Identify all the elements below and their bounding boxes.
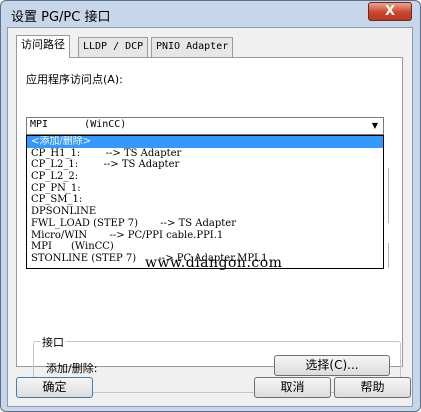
ok-button[interactable]: 确定 xyxy=(16,377,93,398)
list-item[interactable]: CP_H1_1: --> TS Adapter xyxy=(27,148,383,160)
chevron-down-icon[interactable]: ▼ xyxy=(368,119,382,133)
window-title: 设置 PG/PC 接口 xyxy=(11,10,111,25)
tab-lldp-dcp[interactable]: LLDP / DCP xyxy=(78,37,149,57)
cancel-button[interactable]: 取消 xyxy=(254,377,331,398)
dialog-window: 设置 PG/PC 接口 X 访问路径 LLDP / DCP PNIO Adapt… xyxy=(0,0,421,412)
list-item[interactable]: CP_SM_1: xyxy=(27,194,383,206)
list-edge-divider xyxy=(384,243,389,268)
tab-access-path[interactable]: 访问路径 xyxy=(16,35,70,58)
tab-pnio-adapter[interactable]: PNIO Adapter xyxy=(151,37,234,57)
access-point-select[interactable]: MPI (WinCC) ▼ xyxy=(26,117,384,135)
list-item[interactable]: CP_PN_1: xyxy=(27,183,383,195)
watermark-text: www.diangon.com xyxy=(145,255,283,271)
list-item[interactable]: <添加/删除> xyxy=(27,136,383,148)
list-edge-divider xyxy=(384,168,389,223)
list-item[interactable]: MPI (WinCC) xyxy=(27,241,383,253)
access-path-panel: 应用程序访问点(A): MPI (WinCC) ▼ <添加/删除> CP_H1_… xyxy=(16,57,403,393)
list-item[interactable]: DPSONLINE xyxy=(27,206,383,218)
add-remove-label: 添加/删除: xyxy=(46,362,98,375)
list-item[interactable]: FWL_LOAD (STEP 7) --> TS Adapter xyxy=(27,218,383,230)
select-button[interactable]: 选择(C)... xyxy=(274,355,390,376)
dialog-body: 访问路径 LLDP / DCP PNIO Adapter 应用程序访问点(A):… xyxy=(7,27,413,407)
help-button[interactable]: 帮助 xyxy=(334,377,411,398)
close-button[interactable]: X xyxy=(368,2,412,21)
list-item[interactable]: CP_L2_1: --> TS Adapter xyxy=(27,159,383,171)
access-point-value: MPI (WinCC) xyxy=(30,119,127,130)
title-bar[interactable]: 设置 PG/PC 接口 X xyxy=(1,1,420,27)
interface-group-title: 接口 xyxy=(40,334,66,350)
access-point-dropdown-list[interactable]: <添加/删除> CP_H1_1: --> TS Adapter CP_L2_1:… xyxy=(26,135,384,269)
list-item[interactable]: Micro/WIN --> PC/PPI cable.PPI.1 xyxy=(27,230,383,242)
list-item[interactable]: CP_L2_2: xyxy=(27,171,383,183)
access-point-label: 应用程序访问点(A): xyxy=(26,73,123,86)
